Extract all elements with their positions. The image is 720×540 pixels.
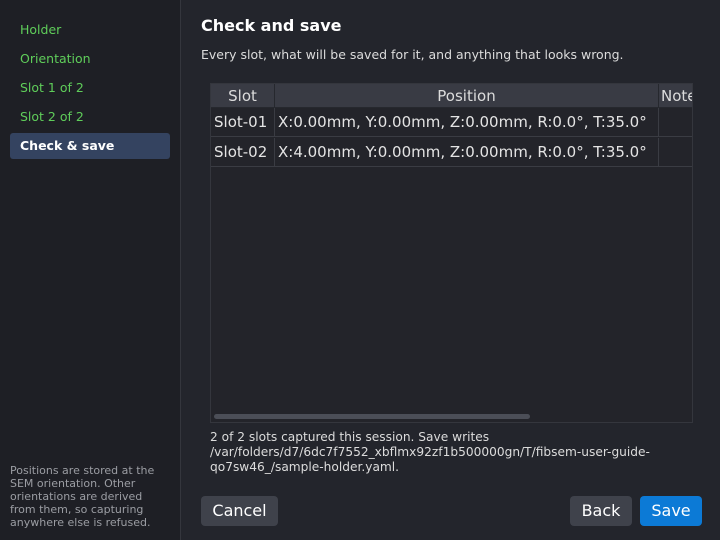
page-title: Check and save: [201, 16, 342, 35]
sidebar-item-slot-2[interactable]: Slot 2 of 2: [10, 104, 170, 130]
status-text: 2 of 2 slots captured this session. Save…: [210, 430, 650, 474]
back-button[interactable]: Back: [570, 496, 632, 526]
column-header-notes[interactable]: Notes: [659, 84, 692, 108]
save-button[interactable]: Save: [640, 496, 702, 526]
slots-table[interactable]: Slot Position Notes Slot-01 X:0.00mm, Y:…: [210, 83, 693, 423]
slot-cell: Slot-02: [211, 138, 275, 167]
sidebar-note: Positions are stored at the SEM orientat…: [10, 464, 155, 529]
notes-cell: [659, 108, 692, 137]
position-cell: X:0.00mm, Y:0.00mm, Z:0.00mm, R:0.0°, T:…: [275, 108, 659, 137]
sidebar-item-check-and-save[interactable]: Check & save: [10, 133, 170, 159]
sidebar-item-orientation[interactable]: Orientation: [10, 46, 170, 72]
table-row[interactable]: Slot-01 X:0.00mm, Y:0.00mm, Z:0.00mm, R:…: [211, 108, 692, 137]
horizontal-scrollbar[interactable]: [214, 414, 530, 419]
column-header-position[interactable]: Position: [275, 84, 659, 108]
notes-cell: [659, 138, 692, 167]
cancel-button[interactable]: Cancel: [201, 496, 278, 526]
table-row[interactable]: Slot-02 X:4.00mm, Y:0.00mm, Z:0.00mm, R:…: [211, 138, 692, 167]
column-header-slot[interactable]: Slot: [211, 84, 275, 108]
slot-cell: Slot-01: [211, 108, 275, 137]
sidebar: Holder Orientation Slot 1 of 2 Slot 2 of…: [0, 0, 181, 540]
page-subtitle: Every slot, what will be saved for it, a…: [201, 47, 624, 62]
sidebar-item-holder[interactable]: Holder: [10, 17, 170, 43]
sidebar-item-slot-1[interactable]: Slot 1 of 2: [10, 75, 170, 101]
position-cell: X:4.00mm, Y:0.00mm, Z:0.00mm, R:0.0°, T:…: [275, 138, 659, 167]
